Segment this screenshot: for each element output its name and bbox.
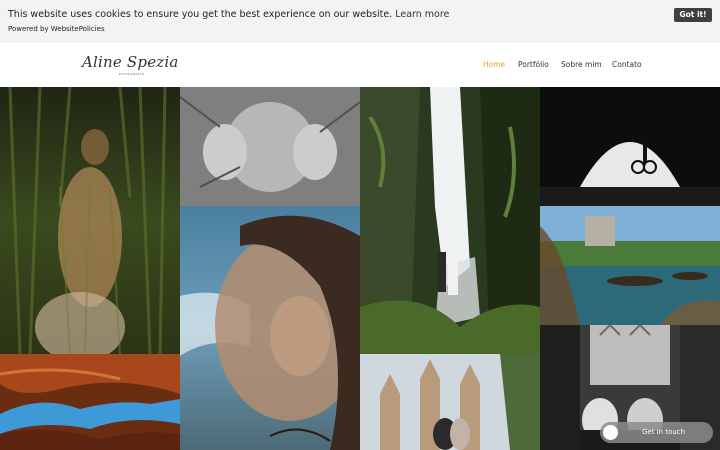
powered-by-text[interactable]: Powered by WebsitePolicies (8, 25, 105, 33)
couple-at-waterfall-photo[interactable] (360, 87, 540, 354)
cookie-message-row: This website uses cookies to ensure you … (8, 9, 449, 20)
central-park-rowboats-photo[interactable] (540, 206, 720, 325)
logo-subtitle: FOTOGRAFIA (119, 72, 145, 76)
cookie-accept-button[interactable]: Got it! (674, 8, 712, 22)
site-logo[interactable]: Aline Spezia FOTOGRAFIA (82, 53, 184, 79)
get-in-touch-button[interactable]: Get in touch (600, 422, 713, 443)
get-in-touch-label: Get in touch (642, 428, 686, 436)
nav-portfolio[interactable]: Portfólio (518, 60, 549, 69)
antelope-canyon-photo[interactable] (0, 354, 180, 450)
child-hands-on-window-photo[interactable] (180, 87, 360, 206)
nav-sobre-mim[interactable]: Sobre mim (561, 60, 602, 69)
cookie-banner: This website uses cookies to ensure you … (0, 0, 720, 43)
nav-home[interactable]: Home (483, 60, 505, 69)
tunnel-cyclist-silhouette-photo[interactable] (540, 87, 720, 206)
pregnant-woman-in-grass-photo[interactable] (0, 87, 180, 354)
chat-icon (603, 425, 618, 440)
cookie-message: This website uses cookies to ensure you … (8, 9, 393, 20)
learn-more-link[interactable]: Learn more (395, 9, 449, 20)
sagrada-familia-couple-photo[interactable] (360, 354, 540, 450)
woman-face-double-exposure-photo[interactable] (180, 206, 360, 450)
nav-contato[interactable]: Contato (612, 60, 642, 69)
logo-text: Aline Spezia (82, 53, 179, 71)
